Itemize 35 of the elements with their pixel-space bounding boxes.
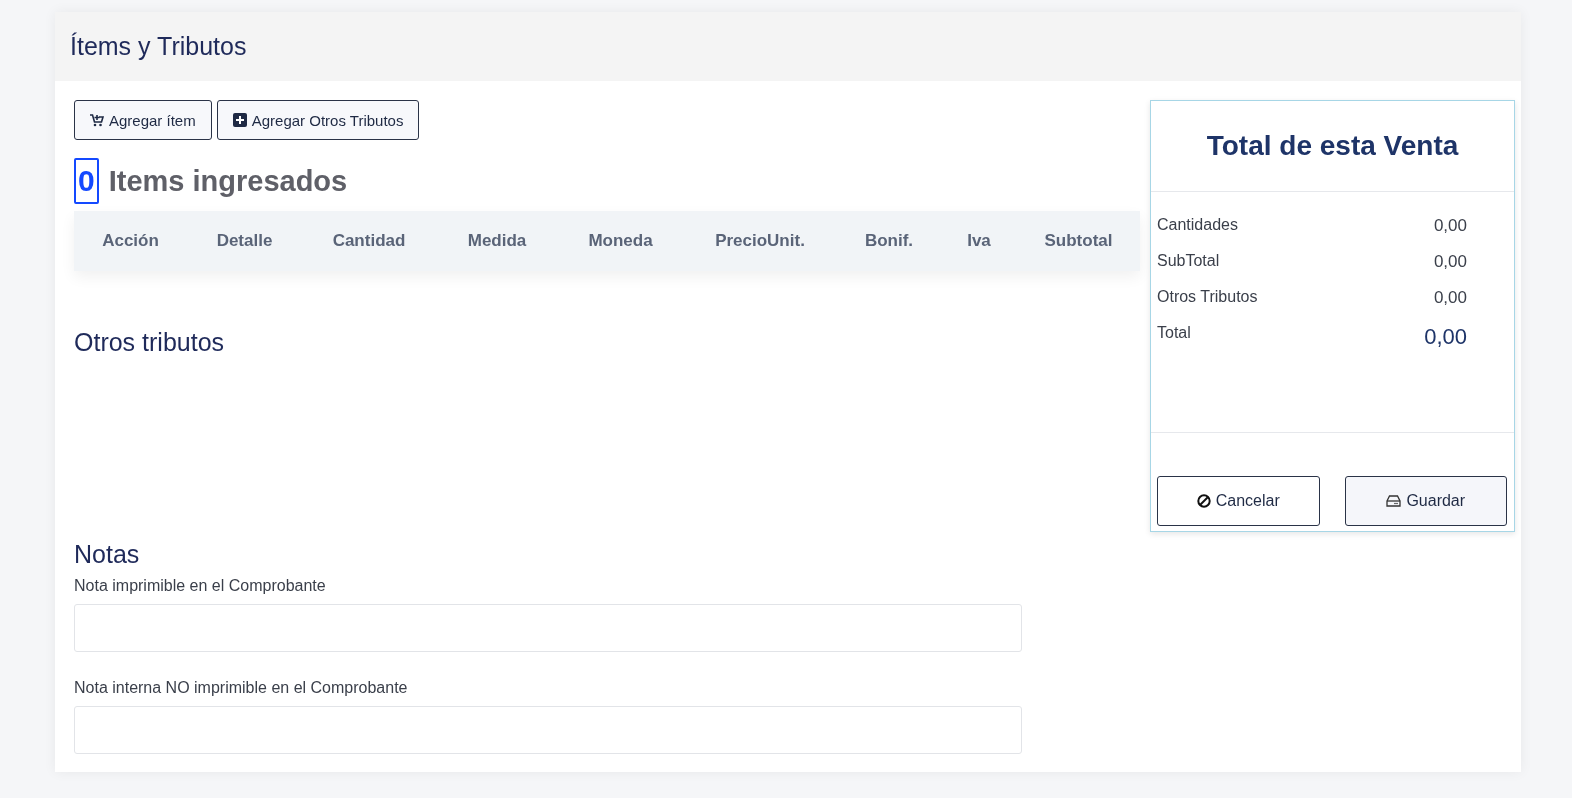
note-input-field[interactable] <box>74 706 1022 754</box>
drive-icon <box>1386 495 1402 507</box>
column-header: Acción <box>102 231 159 251</box>
column-header: Moneda <box>588 231 653 251</box>
column-header: Medida <box>467 231 527 251</box>
total-value: 0,00 <box>1424 324 1467 350</box>
total-label: Cantidades <box>1157 216 1238 234</box>
total-label: Otros Tributos <box>1157 288 1258 306</box>
cart-icon <box>90 113 104 127</box>
totals-title: Total de esta Venta <box>1206 130 1459 162</box>
items-heading: Items ingresados <box>108 164 348 198</box>
section-title: Ítems y Tributos <box>70 32 247 61</box>
field-label: Nota interna NO imprimible en el Comprobante <box>74 679 408 697</box>
add-tax-button[interactable]: Agregar Otros Tributos <box>216 100 420 140</box>
total-label: SubTotal <box>1157 252 1220 270</box>
cancel-button[interactable]: Cancelar <box>1157 476 1320 526</box>
column-header: Iva <box>967 231 991 251</box>
notes-heading: Notas <box>74 540 141 569</box>
total-value: 0,00 <box>1433 216 1467 236</box>
column-header: Cantidad <box>332 231 406 251</box>
note-input-field[interactable] <box>74 604 1022 652</box>
prohibited-icon <box>1196 494 1211 508</box>
save-button[interactable]: Guardar <box>1344 476 1507 526</box>
column-header: Detalle <box>216 231 273 251</box>
column-header: Subtotal <box>1044 231 1113 251</box>
other-taxes-heading: Otros tributos <box>74 328 226 357</box>
column-header: Bonif. <box>864 231 914 251</box>
column-header: PrecioUnit. <box>715 231 805 251</box>
total-value: 0,00 <box>1433 252 1467 272</box>
items-count: 0 <box>74 158 99 204</box>
add-item-button[interactable]: Agregar ítem <box>74 100 212 140</box>
total-value: 0,00 <box>1433 288 1467 308</box>
total-label: Total <box>1157 324 1191 342</box>
plus-square-icon <box>232 113 247 127</box>
field-label: Nota imprimible en el Comprobante <box>74 577 326 595</box>
